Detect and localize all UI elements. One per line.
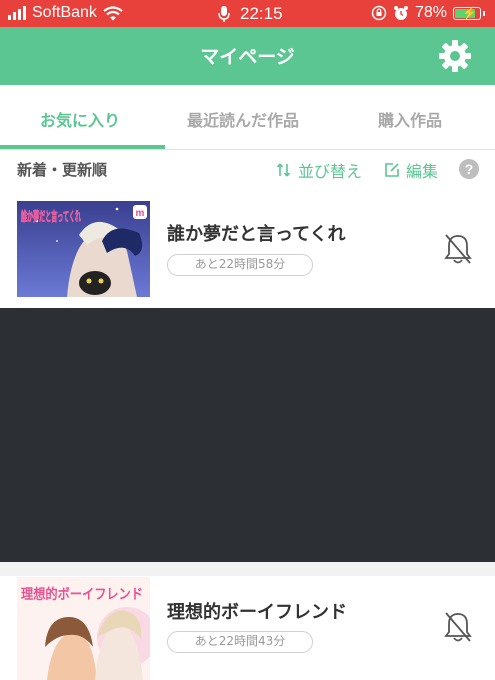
alarm-icon xyxy=(393,6,408,20)
tab-favorites[interactable]: お気に入り xyxy=(40,107,120,131)
cover-image[interactable]: 理想的ボーイフレンド xyxy=(17,577,150,680)
bell-off-icon[interactable] xyxy=(443,610,473,644)
battery-percent: 78% xyxy=(414,4,447,21)
time-remaining-badge: あと22時間58分 xyxy=(167,254,313,276)
wifi-icon xyxy=(103,5,123,20)
sort-order-label: 新着・更新順 xyxy=(17,161,108,179)
sort-button[interactable]: 並び替え xyxy=(276,158,362,182)
cover-title-text: 誰か夢だと言ってくれ xyxy=(21,209,81,225)
battery-tip xyxy=(483,10,485,16)
dark-overlay xyxy=(0,308,495,562)
edit-icon xyxy=(385,163,399,177)
signal-icon xyxy=(8,6,26,20)
microphone-icon xyxy=(218,6,230,22)
gear-icon[interactable] xyxy=(437,38,473,74)
app-header: マイページ xyxy=(0,27,495,85)
item-title[interactable]: 理想的ボーイフレンド xyxy=(167,598,347,624)
edit-button-label: 編集 xyxy=(406,162,439,181)
tab-purchased[interactable]: 購入作品 xyxy=(378,107,442,131)
page-title: マイページ xyxy=(200,46,295,68)
cover-art: 理想的ボーイフレンド xyxy=(17,577,150,680)
cover-title-text: 理想的ボーイフレンド xyxy=(21,586,143,603)
sort-button-label: 並び替え xyxy=(298,162,363,181)
tab-recently-read[interactable]: 最近読んだ作品 xyxy=(187,107,299,131)
battery-icon: ⚡ xyxy=(453,6,481,20)
tab-bar: お気に入り 最近読んだ作品 購入作品 xyxy=(0,85,495,150)
svg-text:m: m xyxy=(136,208,145,219)
status-bar: SoftBank 22:15 78% ⚡ xyxy=(0,0,495,27)
edit-button[interactable]: 編集 xyxy=(384,158,438,182)
status-left: SoftBank xyxy=(8,4,123,22)
cover-image[interactable]: m 誰か夢だと言ってくれ xyxy=(17,201,150,297)
clock-label: 22:15 xyxy=(240,4,283,23)
item-title[interactable]: 誰か夢だと言ってくれ xyxy=(167,220,346,246)
list-item[interactable]: m 誰か夢だと言ってくれ 誰か夢だと言ってくれ あと22時間58分 xyxy=(0,190,495,308)
carrier-label: SoftBank xyxy=(32,4,97,21)
help-icon[interactable]: ? xyxy=(459,159,479,179)
cover-art: m 誰か夢だと言ってくれ xyxy=(17,201,150,297)
sort-arrows-icon xyxy=(276,163,291,177)
status-center: 22:15 xyxy=(218,4,283,24)
status-right: 78% ⚡ xyxy=(371,4,485,22)
active-tab-indicator xyxy=(0,145,165,149)
list-toolbar: 新着・更新順 並び替え 編集 ? xyxy=(0,150,495,190)
time-remaining-badge: あと22時間43分 xyxy=(167,631,313,653)
list-item[interactable]: 理想的ボーイフレンド 理想的ボーイフレンド あと22時間43分 xyxy=(0,576,495,680)
rotation-lock-icon xyxy=(371,5,387,21)
list-divider xyxy=(0,562,495,576)
bell-off-icon[interactable] xyxy=(443,232,473,266)
